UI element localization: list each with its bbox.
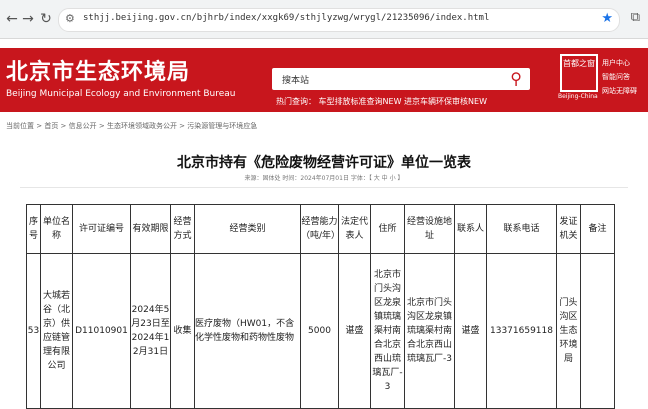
header-cell: 联系电话 <box>486 204 557 254</box>
cell-address: 北京市门头沟区龙泉镇琉璃渠村南合北京西山琉璃瓦厂-3 <box>370 253 405 409</box>
cell-category: 医疗废物（HW01，不含化学性废物和药物性废物 <box>194 253 301 409</box>
page-meta: 来源：固体处 时间：2024年07月01日 字体：【 大 中 小 】 <box>244 175 404 182</box>
license-table: 序号 单位名称 许可证编号 有效期限 经营方式 经营类别 经营能力（吨/年） 法… <box>26 204 615 409</box>
header-cell: 经营类别 <box>194 204 301 254</box>
bookmark-star-icon[interactable]: ★ <box>601 11 613 26</box>
cell-validity: 2024年5月23日至2024年12月31日 <box>130 253 171 409</box>
search-icon[interactable]: ⚲ <box>510 69 522 88</box>
table-row: 53 大城若谷（北京）供应链管理有限公司 D11010901 2024年5月23… <box>26 253 615 409</box>
cell-issuer: 门头沟区生态环境局 <box>556 253 581 409</box>
header-cell: 序号 <box>26 204 41 254</box>
header-links: 用户中心 智能问答 网站无障碍 <box>602 56 637 98</box>
cell-legal-rep: 谌盛 <box>338 253 371 409</box>
header-cell: 法定代表人 <box>338 204 371 254</box>
cell-phone: 13371659118 <box>486 253 557 409</box>
cell-remarks <box>580 253 615 409</box>
cell-facility-address: 北京市门头沟区龙泉镇琉璃渠村南合北京西山琉璃瓦厂-3 <box>404 253 455 409</box>
cell-index: 53 <box>26 253 41 409</box>
header-cell: 联系人 <box>454 204 487 254</box>
cell-company: 大城若谷（北京）供应链管理有限公司 <box>40 253 73 409</box>
address-bar[interactable]: ⚙ sthjj.beijing.gov.cn/bjhrb/index/xxgk6… <box>58 8 620 32</box>
user-center-link[interactable]: 用户中心 <box>602 56 637 70</box>
seal-caption: Beijing-China <box>558 93 598 100</box>
site-search-box[interactable]: 搜本站 ⚲ <box>272 68 530 90</box>
header-cell: 发证机关 <box>556 204 581 254</box>
header-cell: 许可证编号 <box>72 204 131 254</box>
header-cell: 有效期限 <box>130 204 171 254</box>
capital-window-logo[interactable]: 首都之窗 <box>560 54 598 92</box>
accessibility-link[interactable]: 网站无障碍 <box>602 84 637 98</box>
browser-toolbar: ← → ↻ ⚙ sthjj.beijing.gov.cn/bjhrb/index… <box>0 0 648 39</box>
seal-text: 首都之窗 <box>563 59 595 68</box>
header-cell: 单位名称 <box>40 204 73 254</box>
cell-capacity: 5000 <box>300 253 339 409</box>
url-text[interactable]: sthjj.beijing.gov.cn/bjhrb/index/xxgk69/… <box>83 13 489 23</box>
cell-license-no: D11010901 <box>72 253 131 409</box>
search-input[interactable]: 搜本站 <box>282 73 309 86</box>
hot-queries[interactable]: 热门查询： 车型排放标准查询NEW 进京车辆环保审核NEW <box>276 96 487 107</box>
forward-icon[interactable]: → <box>18 9 38 29</box>
header-cell: 备注 <box>580 204 615 254</box>
site-info-icon[interactable]: ⚙ <box>65 12 75 25</box>
extensions-icon[interactable]: ⧉ <box>631 10 640 25</box>
header-cell: 住所 <box>370 204 405 254</box>
cell-mode: 收集 <box>170 253 195 409</box>
header-cell: 经营设施地址 <box>404 204 455 254</box>
header-cell: 经营方式 <box>170 204 195 254</box>
divider <box>20 187 628 188</box>
breadcrumb[interactable]: 当前位置 > 首页 > 信息公开 > 生态环境领域政务公开 > 污染源管理与环境… <box>6 121 257 131</box>
site-header: 北京市生态环境局 Beijing Municipal Ecology and E… <box>0 48 648 112</box>
table-header-row: 序号 单位名称 许可证编号 有效期限 经营方式 经营类别 经营能力（吨/年） 法… <box>26 204 615 254</box>
smart-qa-link[interactable]: 智能问答 <box>602 70 637 84</box>
site-logo-title[interactable]: 北京市生态环境局 <box>6 54 190 86</box>
page-title: 北京市持有《危险废物经营许可证》单位一览表 <box>177 155 471 171</box>
reload-icon[interactable]: ↻ <box>36 9 56 29</box>
site-logo-subtitle: Beijing Municipal Ecology and Environmen… <box>6 89 236 99</box>
cell-contact: 谌盛 <box>454 253 487 409</box>
header-cell: 经营能力（吨/年） <box>300 204 340 254</box>
